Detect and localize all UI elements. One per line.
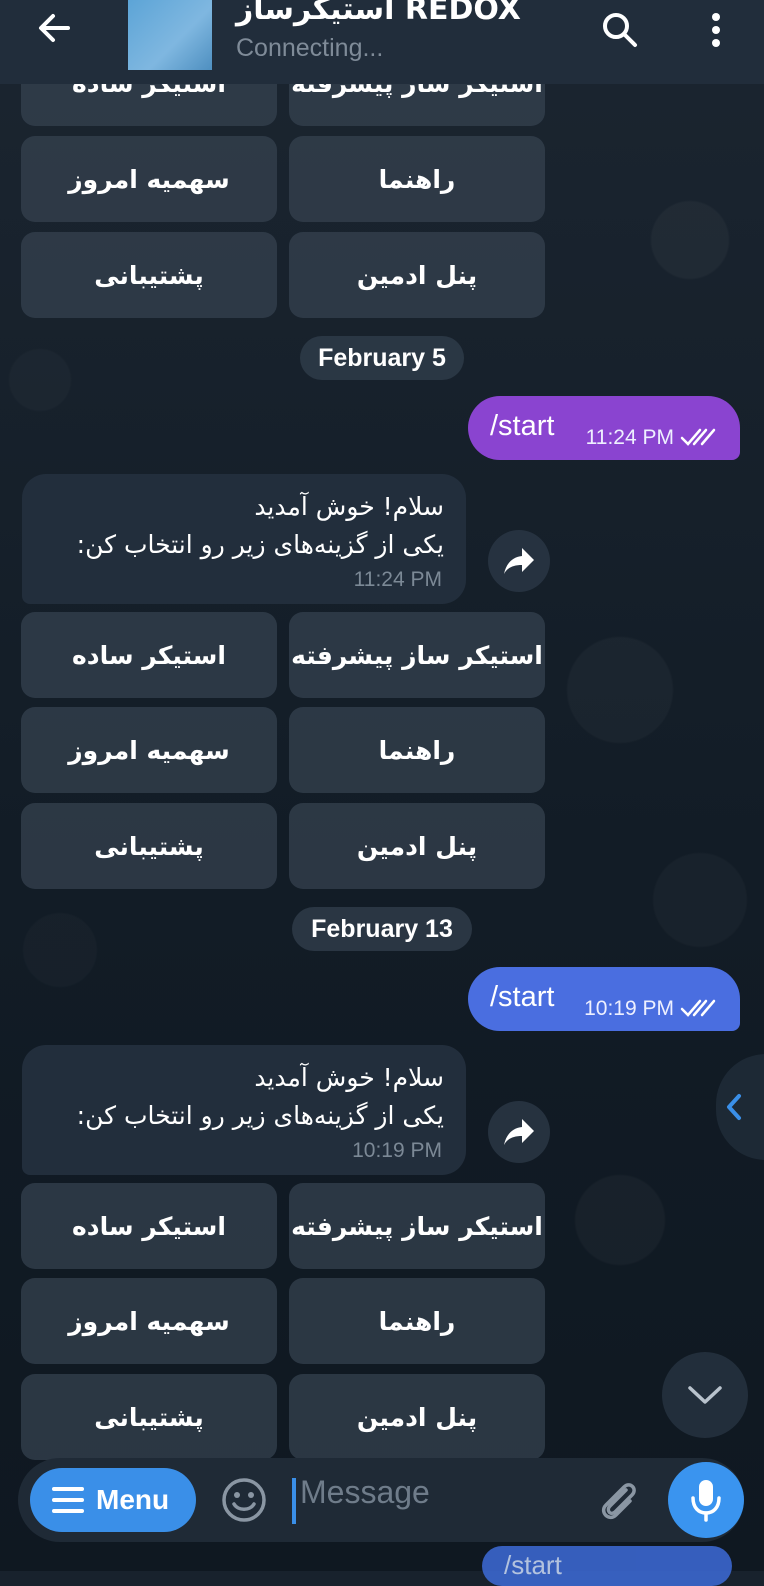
- keyboard-button-daily-quota[interactable]: سهمیه امروز: [21, 707, 277, 793]
- keyboard-button-daily-quota[interactable]: سهمیه امروز: [21, 136, 277, 222]
- incoming-message[interactable]: سلام! خوش آمدید یکی از گزینه‌های زیر رو …: [22, 1045, 466, 1175]
- keyboard-button-guide[interactable]: راهنما: [289, 1278, 545, 1364]
- keyboard-button-support[interactable]: پشتیبانی: [21, 1374, 277, 1460]
- chat-title[interactable]: استیکرساز REDOX: [236, 0, 521, 27]
- share-icon: [504, 1119, 534, 1145]
- search-button[interactable]: [596, 6, 644, 54]
- share-button[interactable]: [488, 1101, 550, 1163]
- attach-button[interactable]: [592, 1474, 646, 1528]
- emoji-icon: [222, 1478, 266, 1522]
- emoji-button[interactable]: [218, 1474, 270, 1526]
- incoming-message[interactable]: سلام! خوش آمدید یکی از گزینه‌های زیر رو …: [22, 474, 466, 604]
- keyboard-button-advanced-sticker[interactable]: استیکر ساز پیشرفته: [289, 612, 545, 698]
- keyboard-button-advanced-sticker[interactable]: استیکر ساز پیشرفته: [289, 1183, 545, 1269]
- message-line: سلام! خوش آمدید: [254, 1063, 444, 1092]
- chevron-down-icon: [688, 1386, 722, 1404]
- keyboard-button-admin-panel[interactable]: پنل ادمین: [289, 803, 545, 889]
- share-button[interactable]: [488, 530, 550, 592]
- scroll-down-button[interactable]: [662, 1352, 748, 1438]
- attach-icon: [601, 1483, 636, 1520]
- more-options-button[interactable]: [694, 6, 738, 54]
- message-text: /start: [490, 981, 555, 1013]
- menu-label: Menu: [96, 1484, 170, 1515]
- keyboard-button-simple-sticker[interactable]: استیکر ساده: [21, 612, 277, 698]
- chat-header: استیکرساز REDOX Connecting...: [0, 0, 764, 84]
- keyboard-button-support[interactable]: پشتیبانی: [21, 232, 277, 318]
- back-button[interactable]: [24, 4, 84, 52]
- mic-icon: [691, 1480, 721, 1522]
- menu-icon: [52, 1487, 84, 1513]
- keyboard-button-admin-panel[interactable]: پنل ادمین: [289, 1374, 545, 1460]
- message-time: 11:24 PM: [585, 426, 674, 449]
- keyboard-button-guide[interactable]: راهنما: [289, 707, 545, 793]
- message-time: 11:24 PM: [353, 568, 442, 591]
- avatar[interactable]: [128, 0, 212, 70]
- date-separator: February 5: [300, 336, 464, 380]
- more-vertical-icon: [712, 13, 720, 47]
- search-icon: [603, 13, 637, 47]
- message-text: /start: [490, 410, 555, 442]
- bot-menu-button[interactable]: Menu: [30, 1468, 196, 1532]
- message-line: یکی از گزینه‌های زیر رو انتخاب کن:: [76, 530, 444, 559]
- double-check-icon: [680, 428, 716, 446]
- date-separator: February 13: [292, 907, 472, 951]
- keyboard-button-simple-sticker[interactable]: استیکر ساده: [21, 1183, 277, 1269]
- share-icon: [504, 548, 534, 574]
- double-check-icon: [680, 999, 716, 1017]
- message-time: 10:19 PM: [584, 997, 674, 1020]
- outgoing-message-preview: /start: [482, 1546, 732, 1586]
- back-arrow-icon: [39, 14, 70, 42]
- voice-record-button[interactable]: [668, 1462, 744, 1538]
- message-time: 10:19 PM: [352, 1139, 442, 1162]
- connection-status: Connecting...: [236, 34, 384, 62]
- chevron-left-icon: [727, 1094, 741, 1120]
- keyboard-button-daily-quota[interactable]: سهمیه امروز: [21, 1278, 277, 1364]
- keyboard-button-support[interactable]: پشتیبانی: [21, 803, 277, 889]
- message-line: یکی از گزینه‌های زیر رو انتخاب کن:: [76, 1101, 444, 1130]
- message-input[interactable]: Message: [292, 1474, 572, 1526]
- keyboard-button-guide[interactable]: راهنما: [289, 136, 545, 222]
- message-line: سلام! خوش آمدید: [254, 492, 444, 521]
- keyboard-button-admin-panel[interactable]: پنل ادمین: [289, 232, 545, 318]
- outgoing-message[interactable]: /start 11:24 PM: [468, 396, 740, 460]
- outgoing-message[interactable]: /start 10:19 PM: [468, 967, 740, 1031]
